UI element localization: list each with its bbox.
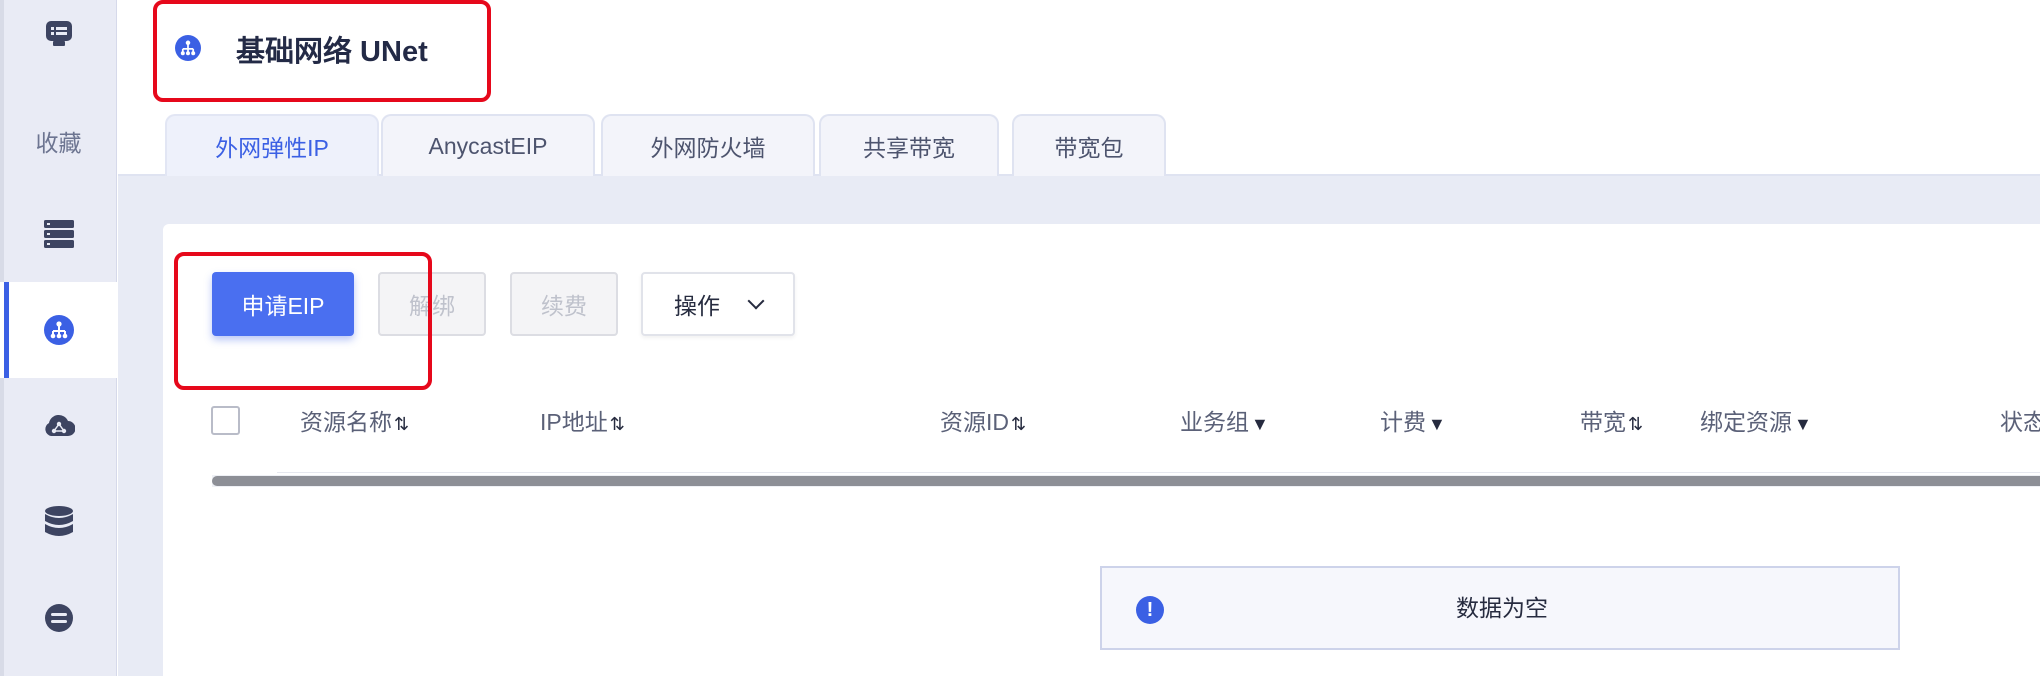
column-header-ip[interactable]: IP地址 ⇅ [540,403,625,437]
network-icon [43,315,74,345]
sidebar-item-servers[interactable] [0,186,117,282]
scrollbar-thumb[interactable] [212,476,2040,486]
filter-icon: ▼ [1794,414,1812,434]
empty-state: ! 数据为空 [1100,566,1900,650]
sort-icon: ⇅ [1628,414,1644,434]
tab-eip[interactable]: 外网弹性IP [165,114,379,176]
sort-icon: ⇅ [394,414,410,434]
page-title: 基础网络 UNet [236,36,428,68]
unbind-button[interactable]: 解绑 [378,272,486,336]
horizontal-scrollbar[interactable] [212,475,2040,487]
column-header-billing[interactable]: 计费 ▼ [1380,403,1446,437]
operations-dropdown[interactable]: 操作 [641,272,795,336]
title-network-icon [175,35,201,61]
cloud-icon [44,414,75,436]
storage-icon [44,604,73,632]
network-icon [180,40,196,56]
filter-icon: ▼ [1251,414,1269,434]
tab-firewall[interactable]: 外网防火墙 [601,114,815,176]
tab-anycast-eip[interactable]: AnycastEIP [381,114,595,176]
column-header-bandwidth[interactable]: 带宽 ⇅ [1580,403,1643,437]
column-header-name[interactable]: 资源名称 ⇅ [300,403,409,437]
tab-bandwidth-package[interactable]: 带宽包 [1012,114,1166,176]
column-header-bound-resource[interactable]: 绑定资源 ▼ [1700,403,1812,437]
sort-icon: ⇅ [1011,414,1027,434]
column-header-resource-id[interactable]: 资源ID ⇅ [940,403,1026,437]
empty-state-text: 数据为空 [1456,595,1548,621]
table-header-divider [277,472,2040,473]
database-icon [44,506,73,536]
chevron-down-icon [747,292,765,310]
server-list-icon [43,220,74,248]
sidebar: 收藏 [0,0,117,676]
operations-label: 操作 [674,293,720,319]
sidebar-item-database[interactable] [0,474,117,570]
sidebar-item-cloud[interactable] [0,378,117,474]
renew-button[interactable]: 续费 [510,272,618,336]
column-header-business-group[interactable]: 业务组 ▼ [1180,403,1269,437]
apply-eip-button[interactable]: 申请EIP [212,272,354,336]
sort-icon: ⇅ [609,414,625,434]
filter-icon: ▼ [1428,414,1446,434]
tab-shared-bandwidth[interactable]: 共享带宽 [819,114,999,176]
sidebar-item-storage[interactable] [0,570,117,666]
column-header-status[interactable]: 状态 [2000,403,2040,437]
sidebar-item-console[interactable] [0,0,117,82]
select-all-checkbox[interactable] [211,406,240,435]
sidebar-item-favorites[interactable]: 收藏 [0,124,117,158]
console-icon [45,21,72,46]
sidebar-item-network[interactable] [0,282,117,378]
